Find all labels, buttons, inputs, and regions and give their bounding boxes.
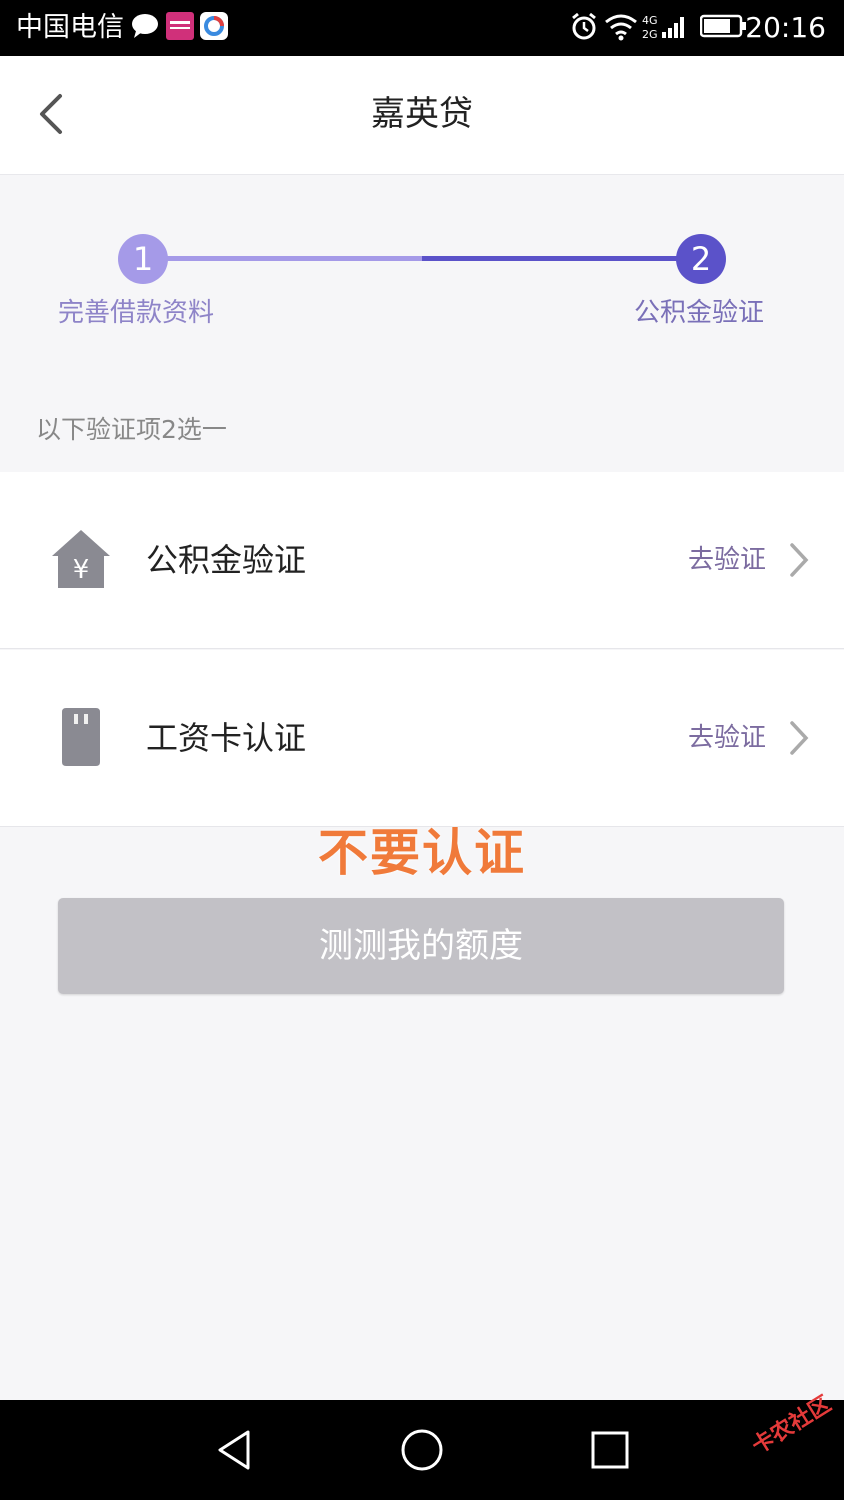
- nav-header: 嘉英贷: [0, 56, 844, 175]
- battery-icon: [700, 14, 746, 38]
- svg-text:2G: 2G: [642, 28, 658, 41]
- nav-home-icon[interactable]: [400, 1428, 444, 1472]
- verification-hint: 以下验证项2选一: [36, 415, 227, 444]
- option-housing-fund[interactable]: ¥ 公积金验证 去验证: [0, 472, 844, 648]
- chevron-right-icon: [790, 543, 809, 577]
- chevron-right-icon: [790, 721, 809, 755]
- alarm-icon: [572, 12, 596, 40]
- carrier-name: 中国电信: [16, 12, 124, 43]
- nav-back-icon[interactable]: [214, 1428, 254, 1472]
- status-bar: 中国电信 4G 2G 20:16: [0, 0, 844, 56]
- svg-text:¥: ¥: [73, 555, 90, 585]
- verify-link[interactable]: 去验证: [688, 720, 766, 756]
- verify-link[interactable]: 去验证: [688, 542, 766, 578]
- check-credit-limit-button[interactable]: 测测我的额度: [58, 898, 784, 994]
- divider: [0, 648, 844, 649]
- step-line-current: [422, 256, 684, 261]
- page-title: 嘉英贷: [371, 94, 473, 134]
- browser-icon: [200, 12, 228, 40]
- app-notification-icon: [166, 12, 194, 40]
- signal-icon: 4G 2G: [642, 14, 684, 41]
- wifi-icon: [605, 14, 637, 41]
- clock: 20:16: [745, 11, 826, 44]
- option-title: 工资卡认证: [146, 719, 307, 757]
- nav-recents-icon[interactable]: [590, 1430, 630, 1470]
- option-title: 公积金验证: [146, 541, 307, 579]
- house-yen-icon: ¥: [52, 530, 110, 588]
- message-icon: [132, 14, 158, 38]
- option-salary-card[interactable]: 工资卡认证 去验证: [0, 650, 844, 826]
- system-nav-bar: [0, 1400, 844, 1500]
- step-2-label: 公积金验证: [634, 298, 765, 328]
- overlay-annotation: 不要认证: [318, 824, 526, 882]
- svg-text:4G: 4G: [642, 14, 658, 27]
- sim-card-icon: [62, 708, 100, 766]
- step-1-label: 完善借款资料: [58, 298, 215, 328]
- step-line-completed: [160, 256, 422, 261]
- step-2-circle: 2: [676, 234, 726, 284]
- step-1-circle: 1: [118, 234, 168, 284]
